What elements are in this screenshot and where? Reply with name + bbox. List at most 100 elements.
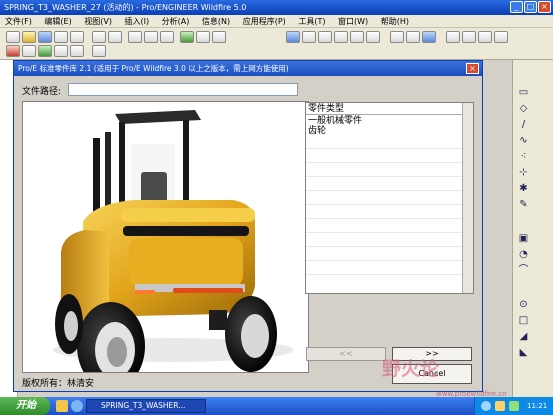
taskbar: 开始 SPRING_T3_WASHER... 11:21 [0,397,553,415]
plane-icon[interactable]: ◇ [517,102,530,115]
close-button[interactable]: × [538,1,551,13]
list-rule [306,176,462,177]
select-icon[interactable] [212,31,226,43]
point-icon[interactable]: ⁖ [517,150,530,163]
hidden-line-icon[interactable] [406,31,420,43]
system-tray: 11:21 [474,397,553,415]
curve-icon[interactable]: ∿ [517,134,530,147]
model-tree-icon[interactable] [22,45,36,57]
draft-icon[interactable]: ◣ [517,346,530,359]
list-rule [306,148,462,149]
help-icon[interactable] [92,45,106,57]
list-rule [306,260,462,261]
menu-tools[interactable]: 工具(T) [293,15,330,28]
rib-icon[interactable]: ◢ [517,330,530,343]
axis-icon[interactable]: / [517,118,530,131]
copyright-text: 版权所有：林清安 [22,379,95,389]
part-type-list[interactable]: 零件类型 一般机械零件 齿轮 [305,102,474,294]
menu-analysis[interactable]: 分析(A) [157,15,195,28]
csys-icon[interactable] [494,31,508,43]
maximize-button[interactable]: □ [524,1,537,13]
print-icon[interactable] [54,31,68,43]
previous-button[interactable]: << [306,347,386,361]
wireframe-icon[interactable] [390,31,404,43]
tray-app-icon[interactable] [509,401,519,411]
zoom-in-icon[interactable] [302,31,316,43]
dialog-title-bar[interactable]: Pro/E 标准零件库 2.1 (适用于 Pro/E Wildfire 3.0 … [14,61,482,76]
analysis-icon[interactable]: ✱ [517,182,530,195]
family-table-icon[interactable] [54,45,68,57]
shell-icon[interactable]: □ [517,314,530,327]
menu-file[interactable]: 文件(F) [0,15,37,28]
find-icon[interactable] [196,31,210,43]
orient-icon[interactable] [350,31,364,43]
zoom-out-icon[interactable] [318,31,332,43]
menu-window[interactable]: 窗口(W) [333,15,373,28]
copy-icon[interactable] [144,31,158,43]
minimize-button[interactable]: _ [510,1,523,13]
undo-icon[interactable] [92,31,106,43]
csys-feature-icon[interactable]: ⊹ [517,166,530,179]
menu-help[interactable]: 帮助(H) [376,15,414,28]
shading-icon[interactable] [422,31,436,43]
edit-icon[interactable]: ✎ [517,198,530,211]
forklift-illustration [53,110,293,390]
menu-insert[interactable]: 插入(I) [120,15,155,28]
relations-icon[interactable] [70,45,84,57]
new-icon[interactable] [6,31,20,43]
network-icon[interactable] [481,401,491,411]
volume-icon[interactable] [495,401,505,411]
saved-views-icon[interactable] [366,31,380,43]
list-scrollbar[interactable] [462,103,473,293]
standard-parts-dialog: Pro/E 标准零件库 2.1 (适用于 Pro/E Wildfire 3.0 … [13,60,483,392]
browser-icon[interactable] [71,400,83,412]
file-path-field[interactable] [68,83,298,96]
dialog-title: Pro/E 标准零件库 2.1 (适用于 Pro/E Wildfire 3.0 … [18,64,289,73]
main-toolbar [0,28,553,60]
sweep-icon[interactable]: ⌒ [517,264,530,277]
paste-icon[interactable] [160,31,174,43]
watermark-logo-text: 野火论 [382,358,440,380]
hole-icon[interactable]: ⊙ [517,298,530,311]
sketch-icon[interactable]: ▭ [517,86,530,99]
refit-icon[interactable] [334,31,348,43]
window-title-bar[interactable]: SPRING_T3_WASHER_27 (活动的) - Pro/ENGINEER… [0,0,553,15]
layer-icon[interactable] [6,45,20,57]
extrude-icon[interactable]: ▣ [517,232,530,245]
list-rule [306,246,462,247]
file-path-label: 文件路径: [22,87,62,97]
menu-applications[interactable]: 应用程序(P) [238,15,291,28]
list-header: 零件类型 [306,103,462,115]
revolve-icon[interactable]: ◔ [517,248,530,261]
dialog-close-button[interactable]: × [466,63,479,74]
list-item[interactable]: 齿轮 [308,126,326,136]
menu-view[interactable]: 视图(V) [79,15,117,28]
list-rule [306,190,462,191]
datum-axis-icon[interactable] [462,31,476,43]
open-icon[interactable] [22,31,36,43]
menu-info[interactable]: 信息(N) [197,15,235,28]
list-rule [306,162,462,163]
email-icon[interactable] [70,31,84,43]
window-title: SPRING_T3_WASHER_27 (活动的) - Pro/ENGINEER… [4,3,247,12]
quick-launch-icon[interactable] [56,400,68,412]
redo-icon[interactable] [108,31,122,43]
start-label: 开始 [16,400,36,411]
list-rule [306,204,462,205]
save-icon[interactable] [38,31,52,43]
appearance-icon[interactable] [38,45,52,57]
datum-plane-icon[interactable] [446,31,460,43]
taskbar-item-label: SPRING_T3_WASHER... [101,401,186,410]
repaint-icon[interactable] [286,31,300,43]
start-button[interactable]: 开始 [0,397,50,415]
part-preview-image [22,101,309,390]
taskbar-item-proe[interactable]: SPRING_T3_WASHER... [86,399,206,413]
menu-edit[interactable]: 编辑(E) [39,15,76,28]
regenerate-icon[interactable] [180,31,194,43]
list-rule [306,232,462,233]
list-item[interactable]: 一般机械零件 [308,116,362,126]
list-rule [306,218,462,219]
cut-icon[interactable] [128,31,142,43]
menu-bar: 文件(F) 编辑(E) 视图(V) 插入(I) 分析(A) 信息(N) 应用程序… [0,15,553,28]
datum-point-icon[interactable] [478,31,492,43]
